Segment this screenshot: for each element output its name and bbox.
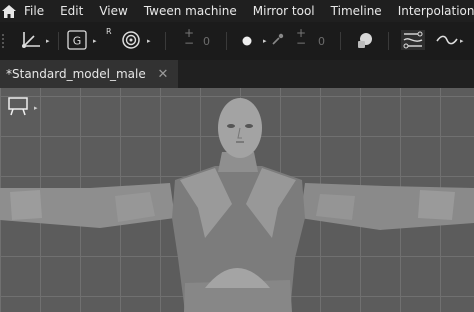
curve-dropdown-icon[interactable]: ▸: [460, 37, 464, 45]
menu-edit[interactable]: Edit: [52, 4, 91, 18]
rotate-value-field[interactable]: 0: [318, 32, 340, 50]
eyedropper-icon[interactable]: [272, 33, 284, 45]
3d-viewport[interactable]: ▸: [0, 88, 474, 312]
curve-settings-icon[interactable]: [400, 30, 426, 50]
spiral-icon[interactable]: [120, 30, 142, 50]
tab-standard-model-male[interactable]: *Standard_model_male ✕: [0, 60, 178, 88]
toolbar: ▸ G ▸ R ▸ + − 0 ▸ + − 0 ▸: [0, 22, 474, 60]
svg-text:G: G: [73, 35, 82, 48]
palette-icon[interactable]: [356, 32, 374, 50]
dot-dropdown-icon[interactable]: ▸: [263, 37, 267, 45]
spiral-dropdown-icon[interactable]: ▸: [147, 37, 151, 45]
menu-bar: File Edit View Tween machine Mirror tool…: [0, 0, 474, 22]
menu-view[interactable]: View: [91, 4, 135, 18]
plus-minus-icon-2[interactable]: + −: [296, 27, 306, 49]
home-icon[interactable]: [2, 0, 16, 22]
snap-letter: R: [106, 27, 112, 36]
menu-tween-machine[interactable]: Tween machine: [136, 4, 245, 18]
menu-file[interactable]: File: [16, 4, 52, 18]
tab-label: *Standard_model_male: [6, 67, 146, 81]
plus-minus-icon[interactable]: + −: [184, 27, 194, 49]
select-dropdown-icon[interactable]: ▸: [93, 37, 97, 45]
menu-mirror-tool[interactable]: Mirror tool: [245, 4, 323, 18]
tilde-curve-icon[interactable]: [436, 35, 458, 45]
view-dropdown-icon[interactable]: ▸: [34, 104, 38, 112]
easel-view-icon: [6, 96, 30, 120]
view-button[interactable]: ▸: [6, 96, 38, 120]
menu-timeline[interactable]: Timeline: [323, 4, 390, 18]
dot-icon[interactable]: [242, 36, 252, 46]
move-value-field[interactable]: 0: [203, 32, 225, 50]
character-model: [0, 98, 474, 312]
axis-dropdown-icon[interactable]: ▸: [46, 37, 50, 45]
document-tab-bar: *Standard_model_male ✕: [0, 60, 474, 88]
close-icon[interactable]: ✕: [156, 67, 170, 82]
menu-interpolation[interactable]: Interpolation: [390, 4, 474, 18]
axis-gizmo-icon[interactable]: [20, 30, 42, 50]
grip-icon: [2, 34, 6, 48]
group-select-icon[interactable]: G: [67, 30, 87, 50]
